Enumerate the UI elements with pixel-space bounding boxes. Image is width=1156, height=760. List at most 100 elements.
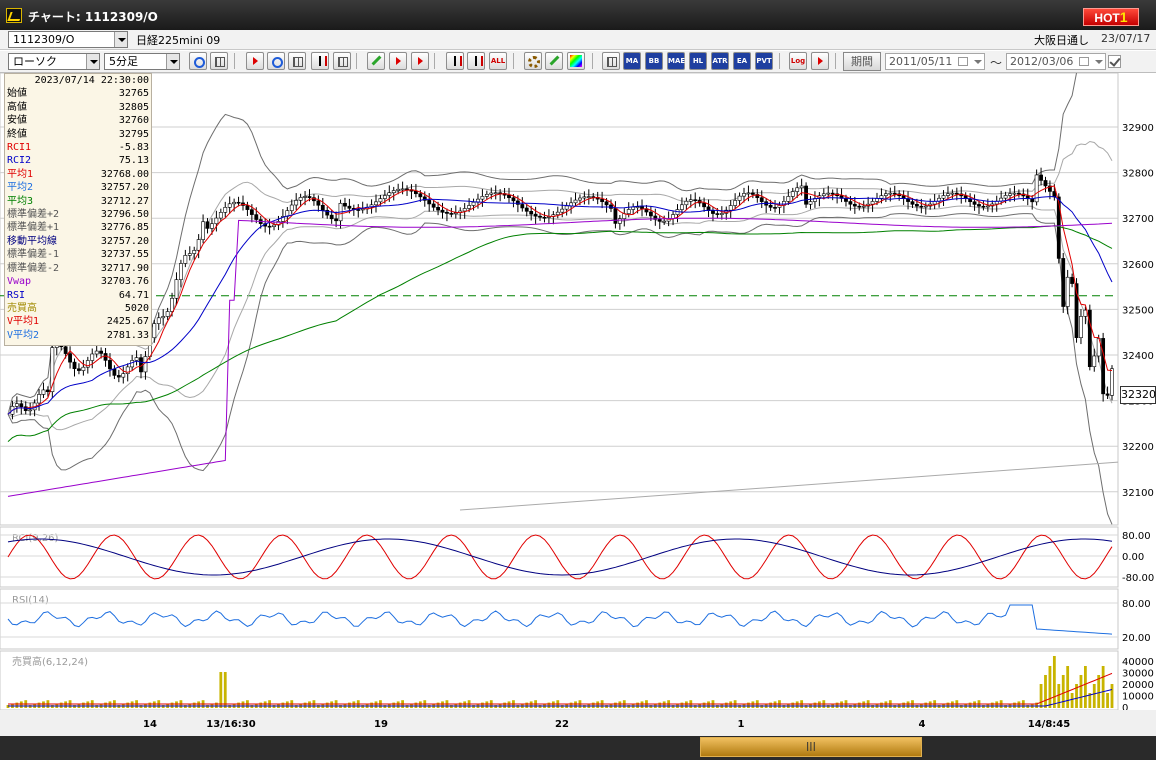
hl-button[interactable]: HL <box>689 52 707 70</box>
hot-button[interactable]: HOT1 <box>1083 8 1139 26</box>
candle-body <box>196 239 201 251</box>
candle-body <box>533 213 538 217</box>
info-label: 高値 <box>7 101 27 113</box>
volume-bar <box>928 701 932 708</box>
volume-bar <box>968 702 972 708</box>
toolbar-separator <box>434 53 435 69</box>
candle-body <box>1003 195 1008 199</box>
chevron-down-icon[interactable] <box>1095 60 1103 64</box>
volume-bar <box>219 672 223 708</box>
volume-bar <box>170 702 174 708</box>
chevron-down-icon[interactable] <box>166 54 179 69</box>
info-row: 標準偏差+2 32796.50 <box>7 208 149 221</box>
price-chart[interactable]: 3290032800327003260032500324003230032200… <box>0 73 1156 736</box>
volume-bar <box>791 702 795 708</box>
candle-body <box>715 213 720 215</box>
candle-body <box>232 201 237 205</box>
candle-body <box>795 187 800 192</box>
candle-icon[interactable] <box>311 52 329 70</box>
mae-button[interactable]: MAE <box>667 52 685 70</box>
wrench-icon[interactable] <box>545 52 563 70</box>
volume-bar <box>1013 702 1016 708</box>
candle-body <box>702 202 706 208</box>
candle-body <box>360 208 365 211</box>
info-row: 標準偏差-2 32717.90 <box>7 262 149 275</box>
price-tick-label: 32400 <box>1122 351 1154 362</box>
calendar-icon[interactable] <box>333 52 351 70</box>
chevron-down-icon[interactable] <box>86 54 99 69</box>
log-button[interactable]: Log <box>789 52 807 70</box>
indicator-icon[interactable] <box>602 52 620 70</box>
volume-bar <box>1048 666 1052 708</box>
price-tick-label: 32200 <box>1122 442 1154 453</box>
ea-ra-button[interactable]: EA RA <box>733 52 751 81</box>
pen-icon[interactable] <box>367 52 385 70</box>
bb-button[interactable]: BB <box>645 52 663 70</box>
volume-bar <box>636 702 639 708</box>
time-tick-label: 22 <box>555 719 569 730</box>
price-tick-label: 32700 <box>1122 214 1154 225</box>
info-row: 始値 32765 <box>7 87 149 100</box>
calendar-icon[interactable] <box>958 57 968 66</box>
cursor-icon[interactable] <box>246 52 264 70</box>
chevron-down-icon[interactable] <box>974 60 982 64</box>
undo-icon[interactable] <box>411 52 429 70</box>
volume-bar <box>529 701 533 708</box>
info-row: 移動平均線 32757.20 <box>7 235 149 248</box>
pointer-icon[interactable] <box>389 52 407 70</box>
candle-body <box>249 209 254 215</box>
ma-button[interactable]: MA <box>623 52 641 70</box>
zoom-in-icon[interactable] <box>267 52 285 70</box>
candle-width-icon[interactable] <box>446 52 464 70</box>
symbol-name: 日経225mini 09 <box>136 34 221 47</box>
date-range-separator: 〜 <box>990 56 1003 70</box>
candle-style-icon[interactable] <box>467 52 485 70</box>
grid-icon[interactable] <box>210 52 228 70</box>
candle-body <box>830 192 835 195</box>
color-icon[interactable] <box>567 52 585 70</box>
date-from-field[interactable]: 2011/05/11 <box>885 53 985 70</box>
chevron-down-icon[interactable] <box>114 32 127 47</box>
grip-icon[interactable]: ||| <box>806 742 816 752</box>
candle-body <box>112 368 117 376</box>
volume-bar <box>374 701 378 708</box>
time-axis: 14 13/16:30 19 22 1 4 14/8:45 <box>0 710 1156 736</box>
candle-body <box>1008 193 1012 196</box>
period-button[interactable]: 期間 <box>843 52 881 71</box>
candle-body <box>99 350 104 354</box>
volume-bar <box>303 702 307 708</box>
bar-chart-icon[interactable] <box>288 52 306 70</box>
session-date: 23/07/17 <box>1101 32 1151 45</box>
pvt-button[interactable]: PVT <box>755 52 773 70</box>
candle-body <box>382 195 387 199</box>
candle-body <box>1110 368 1114 396</box>
volume-bar <box>42 701 45 708</box>
price-tick-label: 32600 <box>1122 260 1154 271</box>
candle-body <box>848 201 853 205</box>
chart-type-select[interactable]: ローソク <box>8 53 100 70</box>
volume-bar <box>1097 675 1101 708</box>
date-to-field[interactable]: 2012/03/06 <box>1006 53 1106 70</box>
candle-body <box>507 194 511 199</box>
symbol-code-select[interactable]: 1112309/O <box>8 31 128 48</box>
all-button[interactable]: ALL <box>489 52 507 70</box>
calendar-icon[interactable] <box>1079 57 1089 66</box>
candle-body <box>201 221 205 240</box>
candle-body <box>662 220 667 223</box>
exchange-label: 大阪日通し <box>1034 34 1089 47</box>
volume-bar <box>325 702 329 708</box>
apply-checkbox[interactable] <box>1108 55 1121 68</box>
time-scrollbar[interactable] <box>0 736 1156 760</box>
atr-button[interactable]: ATR <box>711 52 729 70</box>
volume-panel: 売買高(6,12,24) 400003000020000100000 <box>0 650 1154 714</box>
info-label: RCI2 <box>7 155 32 167</box>
info-row: Vwap 32703.76 <box>7 275 149 288</box>
settings-icon[interactable] <box>524 52 542 70</box>
info-row: 平均1 32768.00 <box>7 168 149 181</box>
info-row: 平均2 32757.20 <box>7 181 149 194</box>
candle-body <box>298 197 303 201</box>
interval-select[interactable]: 5分足 <box>104 53 180 70</box>
zoom-icon[interactable] <box>189 52 207 70</box>
export-icon[interactable] <box>811 52 829 70</box>
candle-body <box>1105 393 1110 396</box>
